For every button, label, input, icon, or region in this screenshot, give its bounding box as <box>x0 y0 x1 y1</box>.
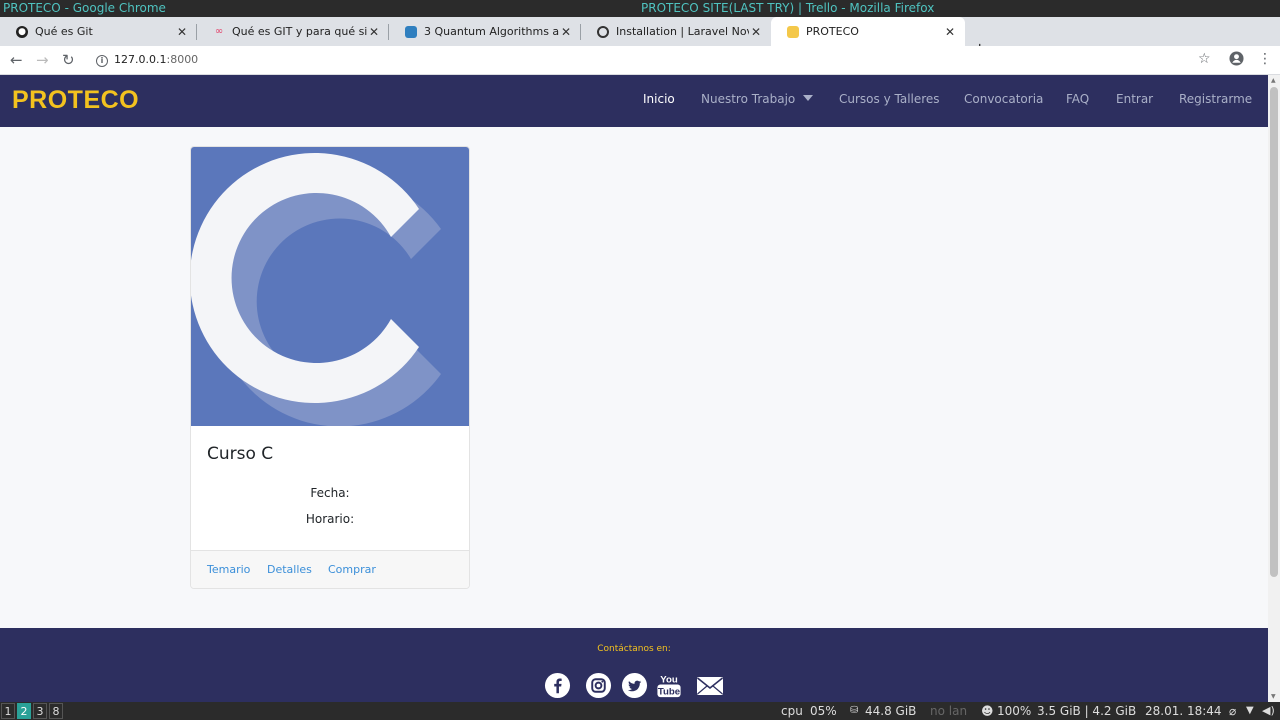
address-bar[interactable]: i 127.0.0.1:8000 <box>87 49 1217 71</box>
scrollbar-thumb[interactable] <box>1270 87 1278 577</box>
nav-cursos-y-talleres[interactable]: Cursos y Talleres <box>839 92 940 106</box>
disk-icon: ⛁ <box>850 705 859 716</box>
card-footer: Temario Detalles Comprar <box>191 550 469 588</box>
tab-title: Installation | Laravel Nova <box>616 25 749 38</box>
workspace-8[interactable]: 8 <box>49 703 63 719</box>
browser-tab-strip: ● Qué es Git ✕ ∞ Qué es GIT y para qué s… <box>0 17 1280 58</box>
c-language-logo <box>191 153 441 427</box>
bookmark-star-icon[interactable]: ☆ <box>1198 51 1211 67</box>
tab-laravel-nova[interactable]: Installation | Laravel Nova ✕ <box>581 17 771 46</box>
volume-icon[interactable]: ◀) <box>1262 702 1275 720</box>
clock: 28.01. 18:44 <box>1145 704 1222 718</box>
workspace-3[interactable]: 3 <box>33 703 47 719</box>
facebook-icon[interactable] <box>544 672 571 703</box>
close-tab-icon[interactable]: ✕ <box>943 25 957 39</box>
tab-title: Qué es Git <box>35 25 93 38</box>
folder-icon <box>787 25 799 38</box>
course-horario: Horario: <box>305 512 355 526</box>
tab-title: Qué es GIT y para qué sirve | <box>232 25 367 38</box>
reload-icon[interactable]: ↻ <box>62 51 75 69</box>
active-window-title: PROTECO - Google Chrome <box>3 1 166 15</box>
instagram-icon[interactable] <box>585 672 612 703</box>
browser-toolbar: ← → ↻ i 127.0.0.1:8000 ☆ ⋮ <box>0 46 1280 75</box>
forward-icon[interactable]: → <box>36 51 49 69</box>
url-port: :8000 <box>166 53 199 66</box>
course-fecha: Fecha: <box>310 486 350 500</box>
youtube-icon[interactable]: You Tube <box>656 672 682 703</box>
course-image[interactable] <box>191 147 469 427</box>
nav-entrar[interactable]: Entrar <box>1116 92 1153 106</box>
scroll-down-icon[interactable]: ▼ <box>1271 693 1276 700</box>
caret-down-icon <box>803 95 814 101</box>
window-manager-top-bar: PROTECO - Google Chrome PROTECO SITE(LAS… <box>0 0 1280 17</box>
mail-icon[interactable] <box>696 676 724 700</box>
tab-que-es-git-para-que-sirve[interactable]: ∞ Qué es GIT y para qué sirve | ✕ <box>197 17 389 46</box>
image-icon <box>405 25 417 38</box>
nav-faq[interactable]: FAQ <box>1066 92 1089 106</box>
detalles-link[interactable]: Detalles <box>267 563 312 576</box>
profile-icon[interactable] <box>1229 51 1244 70</box>
nova-icon <box>597 25 609 38</box>
url-host: 127.0.0.1 <box>114 53 167 66</box>
window-manager-bottom-bar: 1 2 3 8 cpu 05% ⛁ 44.8 GiB no lan ☻ 100%… <box>0 702 1280 720</box>
comprar-link[interactable]: Comprar <box>328 563 376 576</box>
close-tab-icon[interactable]: ✕ <box>367 25 381 39</box>
tab-title: 3 Quantum Algorithms and A <box>424 25 559 38</box>
course-card: Curso C Fecha: Horario: Temario Detalles… <box>190 146 470 589</box>
temario-link[interactable]: Temario <box>207 563 250 576</box>
nav-label: Nuestro Trabajo <box>701 92 796 106</box>
site-footer: Contáctanos en: You Tube <box>0 628 1268 702</box>
battery-value: 100% <box>997 704 1032 718</box>
disk-free: 44.8 GiB <box>865 704 917 718</box>
github-icon: ● <box>16 25 28 38</box>
nav-convocatoria[interactable]: Convocatoria <box>964 92 1043 106</box>
nav-inicio[interactable]: Inicio <box>643 92 675 106</box>
workspace-2[interactable]: 2 <box>17 703 31 719</box>
memory-usage: 3.5 GiB | 4.2 GiB <box>1037 704 1137 718</box>
scroll-up-icon[interactable]: ▲ <box>1271 77 1276 84</box>
close-tab-icon[interactable]: ✕ <box>559 25 573 39</box>
tab-que-es-git[interactable]: ● Qué es Git ✕ <box>0 17 197 46</box>
cpu-value: 05% <box>810 704 837 718</box>
wifi-icon[interactable]: ▼ <box>1246 702 1254 720</box>
close-tab-icon[interactable]: ✕ <box>749 25 763 39</box>
page-scrollbar[interactable]: ▲ ▼ <box>1268 75 1280 702</box>
tab-title: PROTECO <box>806 25 859 38</box>
back-icon[interactable]: ← <box>10 51 23 69</box>
nav-nuestro-trabajo[interactable]: Nuestro Trabajo <box>701 92 814 106</box>
battery-icon: ☻ <box>981 704 994 718</box>
lan-status: no lan <box>930 704 968 718</box>
paperclip-icon[interactable]: ⌀ <box>1229 702 1236 720</box>
menu-dots-icon[interactable]: ⋮ <box>1258 51 1272 67</box>
svg-text:You: You <box>660 675 678 686</box>
workspace-1[interactable]: 1 <box>1 703 15 719</box>
brand-logo[interactable]: PROTECO <box>12 86 139 115</box>
other-window-title: PROTECO SITE(LAST TRY) | Trello - Mozill… <box>641 1 935 15</box>
twitter-icon[interactable] <box>621 672 648 703</box>
info-icon[interactable]: i <box>96 55 108 67</box>
cpu-label: cpu <box>781 704 803 718</box>
openwebinars-icon: ∞ <box>214 26 224 37</box>
tab-proteco[interactable]: PROTECO ✕ <box>771 17 965 46</box>
tab-quantum-algorithms[interactable]: 3 Quantum Algorithms and A ✕ <box>389 17 581 46</box>
nav-registrarme[interactable]: Registrarme <box>1179 92 1252 106</box>
close-tab-icon[interactable]: ✕ <box>175 25 189 39</box>
svg-text:Tube: Tube <box>658 687 681 698</box>
contact-label: Contáctanos en: <box>597 644 671 654</box>
site-navbar: PROTECO Inicio Nuestro Trabajo Cursos y … <box>0 75 1268 127</box>
course-title: Curso C <box>207 444 274 464</box>
